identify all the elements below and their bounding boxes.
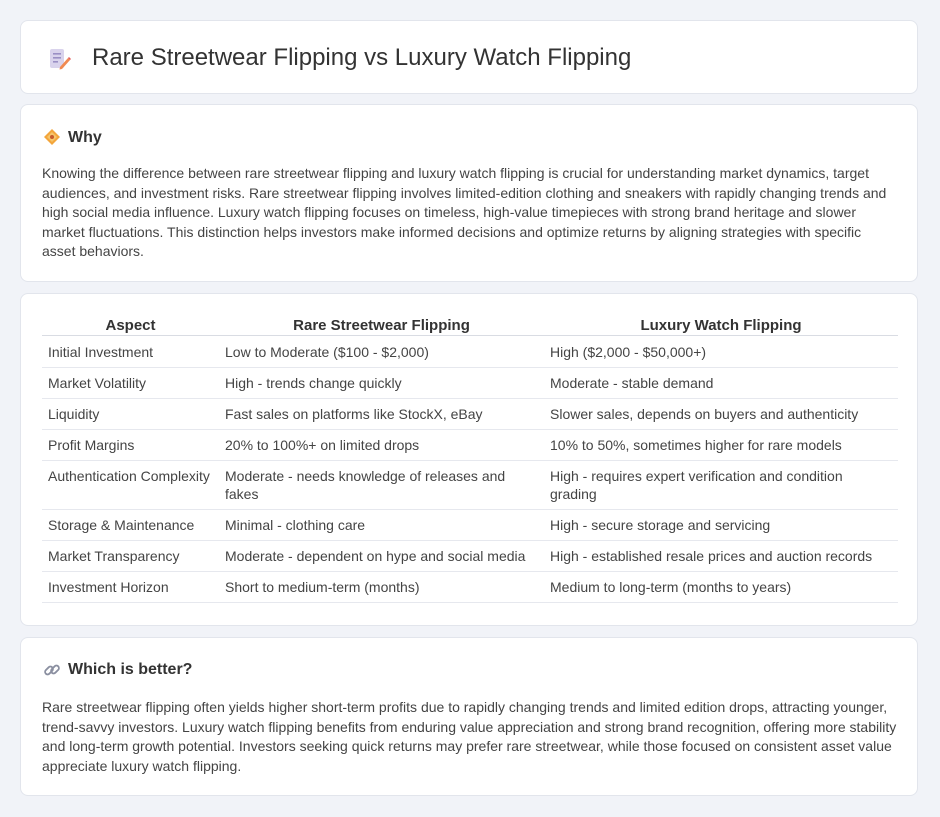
title-card: Rare Streetwear Flipping vs Luxury Watch… — [20, 20, 918, 94]
aspect-cell: Authentication Complexity — [42, 460, 219, 510]
why-body: Knowing the difference between rare stre… — [42, 165, 887, 259]
better-body: Rare streetwear flipping often yields hi… — [42, 699, 897, 774]
streetwear-cell: Low to Moderate ($100 - $2,000) — [219, 335, 544, 368]
page-title: Rare Streetwear Flipping vs Luxury Watch… — [92, 44, 632, 71]
watch-cell: 10% to 50%, sometimes higher for rare mo… — [544, 429, 898, 461]
better-heading: Which is better? — [68, 661, 193, 678]
aspect-cell: Storage & Maintenance — [42, 509, 219, 541]
aspect-cell: Investment Horizon — [42, 571, 219, 603]
which-is-better-section: Which is better? Rare streetwear flippin… — [20, 637, 918, 796]
watch-cell: Moderate - stable demand — [544, 367, 898, 399]
streetwear-cell: Minimal - clothing care — [219, 509, 544, 541]
table-row: Liquidity Fast sales on platforms like S… — [42, 398, 898, 430]
table-row: Initial Investment Low to Moderate ($100… — [42, 335, 898, 368]
comparison-section: Aspect Rare Streetwear Flipping Luxury W… — [20, 293, 918, 626]
diamond-icon — [43, 128, 61, 146]
streetwear-cell: Fast sales on platforms like StockX, eBa… — [219, 398, 544, 430]
table-row: Storage & Maintenance Minimal - clothing… — [42, 509, 898, 541]
watch-cell: High ($2,000 - $50,000+) — [544, 335, 898, 368]
column-header: Luxury Watch Flipping — [544, 314, 898, 336]
streetwear-cell: High - trends change quickly — [219, 367, 544, 399]
why-heading: Why — [68, 129, 102, 146]
watch-cell: High - secure storage and servicing — [544, 509, 898, 541]
why-section: Why Knowing the difference between rare … — [20, 104, 918, 282]
column-header: Rare Streetwear Flipping — [219, 314, 544, 336]
table-row: Investment Horizon Short to medium-term … — [42, 571, 898, 603]
aspect-cell: Initial Investment — [42, 335, 219, 368]
document-pencil-icon — [47, 47, 71, 71]
table-header-row: Aspect Rare Streetwear Flipping Luxury W… — [42, 314, 898, 336]
streetwear-cell: 20% to 100%+ on limited drops — [219, 429, 544, 461]
table-row: Authentication Complexity Moderate - nee… — [42, 460, 898, 510]
aspect-cell: Market Volatility — [42, 367, 219, 399]
watch-cell: Slower sales, depends on buyers and auth… — [544, 398, 898, 430]
streetwear-cell: Moderate - dependent on hype and social … — [219, 540, 544, 572]
watch-cell: High - established resale prices and auc… — [544, 540, 898, 572]
aspect-cell: Liquidity — [42, 398, 219, 430]
table-row: Profit Margins 20% to 100%+ on limited d… — [42, 429, 898, 461]
link-icon — [43, 661, 61, 679]
comparison-table: Aspect Rare Streetwear Flipping Luxury W… — [42, 314, 898, 603]
table-row: Market Volatility High - trends change q… — [42, 367, 898, 399]
watch-cell: Medium to long-term (months to years) — [544, 571, 898, 603]
aspect-cell: Profit Margins — [42, 429, 219, 461]
watch-cell: High - requires expert verification and … — [544, 460, 898, 510]
column-header: Aspect — [42, 314, 219, 336]
aspect-cell: Market Transparency — [42, 540, 219, 572]
table-row: Market Transparency Moderate - dependent… — [42, 540, 898, 572]
streetwear-cell: Moderate - needs knowledge of releases a… — [219, 460, 544, 510]
streetwear-cell: Short to medium-term (months) — [219, 571, 544, 603]
